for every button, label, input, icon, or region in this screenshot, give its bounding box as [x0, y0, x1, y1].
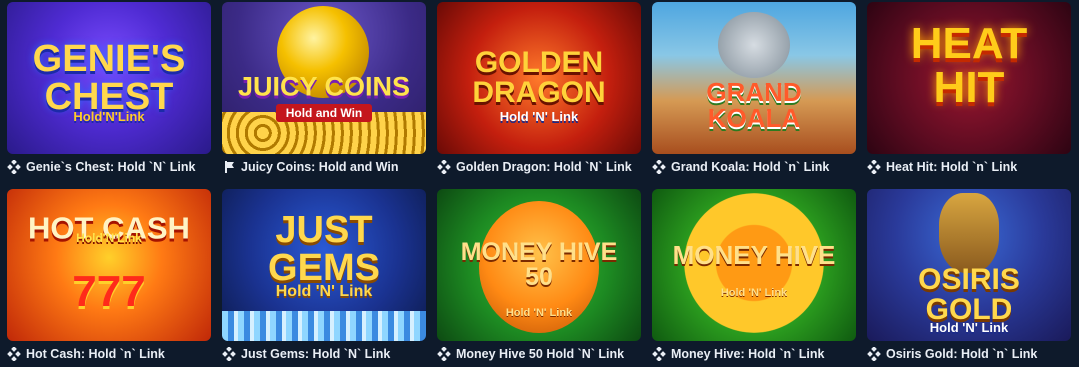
game-card-money-hive[interactable]: Money Hive Hold 'N' Link Money Hive: Hol… [652, 188, 856, 367]
diamond-cluster-icon [652, 160, 666, 174]
game-title: Genie`s Chest: Hold `N` Link [26, 160, 196, 174]
game-thumbnail[interactable]: Osiris Gold Hold 'N' Link [867, 188, 1071, 341]
game-title: Heat Hit: Hold `n` Link [886, 160, 1018, 174]
game-card-heat-hit[interactable]: Heat Hit Heat Hit: Hold `n` Link [867, 2, 1071, 181]
game-logo: Juicy Coins [237, 71, 411, 102]
game-card-money-hive-50[interactable]: Money Hive 50 Hold 'N' Link Money Hive 5… [437, 188, 641, 367]
lucky-sevens-artwork: 777 [72, 266, 146, 316]
game-title: Money Hive: Hold `n` Link [671, 346, 825, 361]
game-logo-subtitle: Hold 'N' Link [499, 109, 579, 124]
game-caption[interactable]: Money Hive 50 Hold `N` Link [437, 341, 641, 367]
flag-icon [225, 161, 234, 173]
game-card-osiris-gold[interactable]: Osiris Gold Hold 'N' Link Osiris Gold: H… [867, 188, 1071, 367]
game-caption[interactable]: Juicy Coins: Hold and Win [222, 154, 426, 180]
game-thumbnail[interactable]: Golden Dragon Hold 'N' Link [437, 2, 641, 154]
game-caption[interactable]: Money Hive: Hold `n` Link [652, 341, 856, 367]
game-title: Hot Cash: Hold `n` Link [26, 346, 165, 361]
game-title: Golden Dragon: Hold `N` Link [456, 160, 632, 174]
game-logo-subtitle: Hold 'N' Link [505, 306, 573, 319]
game-thumbnail[interactable]: Money Hive 50 Hold 'N' Link [437, 188, 641, 341]
game-logo-subtitle: Hold'N'Link [76, 230, 142, 245]
pharaoh-artwork [939, 192, 999, 273]
game-logo: Grand Koala [706, 77, 802, 134]
game-logo: Money Hive [672, 240, 836, 271]
game-thumbnail[interactable]: Just Gems Hold 'N' Link [222, 188, 426, 341]
game-title: Money Hive 50 Hold `N` Link [456, 346, 625, 361]
diamond-cluster-icon [437, 346, 451, 361]
gems-pile-artwork [222, 310, 426, 341]
game-logo: Just Gems [268, 209, 380, 290]
game-logo-subtitle: Hold and Win [222, 104, 426, 122]
game-logo-subtitle: Hold'N'Link [73, 109, 145, 124]
game-card-hot-cash[interactable]: Hot Cash Hold'N'Link 777 Hot Cash: Hold … [7, 188, 211, 367]
game-card-grand-koala[interactable]: Grand Koala Grand Koala: Hold `n` Link [652, 2, 856, 181]
game-thumbnail[interactable]: Hot Cash Hold'N'Link 777 [7, 188, 211, 341]
diamond-cluster-icon [867, 160, 881, 174]
diamond-cluster-icon [437, 160, 451, 174]
game-caption[interactable]: Osiris Gold: Hold `n` Link [867, 341, 1071, 367]
diamond-cluster-icon [7, 160, 21, 174]
diamond-cluster-icon [222, 346, 236, 361]
game-card-golden-dragon[interactable]: Golden Dragon Hold 'N' Link Golden Drago… [437, 2, 641, 181]
game-logo-subtitle: Hold 'N' Link [929, 319, 1009, 335]
game-caption[interactable]: Heat Hit: Hold `n` Link [867, 154, 1071, 180]
game-card-just-gems[interactable]: Just Gems Hold 'N' Link Just Gems: Hold … [222, 188, 426, 367]
game-caption[interactable]: Just Gems: Hold `N` Link [222, 341, 426, 367]
game-thumbnail[interactable]: Grand Koala [652, 2, 856, 154]
koala-artwork [718, 12, 790, 78]
game-caption[interactable]: Golden Dragon: Hold `N` Link [437, 154, 641, 180]
game-logo: Genie's Chest [32, 38, 186, 118]
game-grid: Genie's Chest Hold'N'Link Genie`s Chest:… [0, 0, 1079, 367]
game-logo-subtitle: Hold 'N' Link [720, 286, 788, 299]
diamond-cluster-icon [652, 346, 666, 361]
game-logo: Osiris Gold [918, 262, 1020, 326]
game-caption[interactable]: Grand Koala: Hold `n` Link [652, 154, 856, 180]
game-logo: Money Hive 50 [460, 237, 618, 291]
game-thumbnail[interactable]: Heat Hit [867, 2, 1071, 154]
game-title: Juicy Coins: Hold and Win [241, 160, 399, 174]
game-thumbnail[interactable]: Juicy Coins Hold and Win [222, 2, 426, 154]
game-card-genies-chest[interactable]: Genie's Chest Hold'N'Link Genie`s Chest:… [7, 2, 211, 181]
game-card-juicy-coins[interactable]: Juicy Coins Hold and Win Juicy Coins: Ho… [222, 2, 426, 181]
game-logo-subtitle: Hold 'N' Link [275, 282, 373, 300]
game-logo: Golden Dragon [472, 46, 606, 109]
game-thumbnail[interactable]: Money Hive Hold 'N' Link [652, 188, 856, 341]
diamond-cluster-icon [867, 346, 881, 361]
game-thumbnail[interactable]: Genie's Chest Hold'N'Link [7, 2, 211, 154]
game-caption[interactable]: Hot Cash: Hold `n` Link [7, 341, 211, 367]
game-title: Just Gems: Hold `N` Link [241, 346, 391, 361]
game-title: Osiris Gold: Hold `n` Link [886, 346, 1038, 361]
diamond-cluster-icon [7, 346, 21, 361]
game-logo: Heat Hit [910, 18, 1028, 112]
game-title: Grand Koala: Hold `n` Link [671, 160, 830, 174]
game-caption[interactable]: Genie`s Chest: Hold `N` Link [7, 154, 211, 180]
